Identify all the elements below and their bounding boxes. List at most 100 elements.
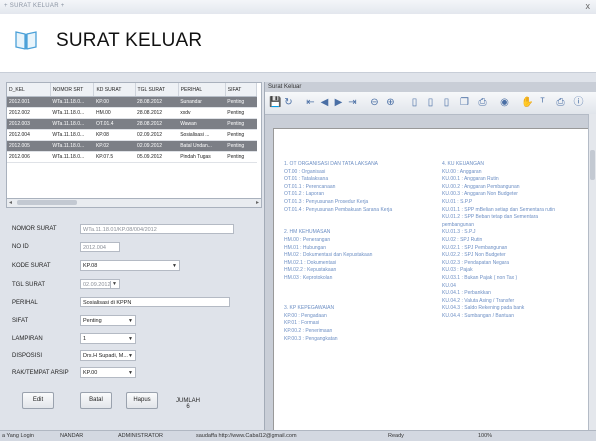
- kode-surat-value: KP.08: [83, 263, 98, 269]
- classification-line: OT.01.3 : Penyusunan Prosedur Kerja: [284, 198, 369, 205]
- classification-line: HM.03 : Keprotokolan: [284, 274, 333, 281]
- table-cell: 2012.001: [7, 96, 51, 108]
- table-cell: WTa.11.18.0...: [50, 118, 94, 130]
- kode-surat-select[interactable]: KP.08 ▼: [80, 260, 180, 271]
- chevron-down-icon: ▼: [128, 353, 133, 359]
- sifat-select[interactable]: Penting ▼: [80, 315, 136, 326]
- classification-right-column: 4. KU KEUANGAN KU.00 : Anggaran KU.00.1 …: [442, 161, 555, 320]
- table-cell: Penting: [225, 140, 257, 152]
- table-cell: 05.09.2012: [135, 151, 179, 163]
- table-row[interactable]: 2012.004 WTa.11.18.0... KP.08 02.09.2012…: [7, 129, 257, 141]
- table-cell: 2012.006: [7, 151, 51, 163]
- calendar-dropdown-icon[interactable]: ▼: [110, 281, 118, 288]
- scrollbar-thumb[interactable]: [17, 200, 77, 205]
- scroll-right-icon[interactable]: ▸: [256, 199, 259, 206]
- table-cell: Penting: [225, 96, 257, 108]
- printer-icon[interactable]: ⎙: [555, 97, 566, 108]
- refresh-icon[interactable]: ↻: [283, 97, 294, 108]
- binoculars-icon[interactable]: ◉: [499, 97, 510, 108]
- text-select-icon[interactable]: ᵀ: [537, 97, 548, 108]
- table-cell: KP.08: [93, 129, 136, 141]
- letters-table[interactable]: D_KEL NOMOR SRT KD SURAT TGL SURAT PERIH…: [6, 82, 262, 208]
- column-header[interactable]: NOMOR SRT: [50, 83, 95, 97]
- table-row[interactable]: 2012.005 WTa.11.18.0... KP.02 02.09.2012…: [7, 140, 257, 152]
- zoom-in-icon[interactable]: ⊕: [385, 97, 396, 108]
- page-view-icon[interactable]: ▯: [409, 97, 420, 108]
- page-width-icon[interactable]: ▯: [425, 97, 436, 108]
- multi-page-icon[interactable]: ❐: [459, 97, 470, 108]
- disposisi-label: DISPOSISI: [12, 353, 43, 359]
- table-row[interactable]: 2012.006 WTa.11.18.0... KP.07.5 05.09.20…: [7, 151, 257, 163]
- column-header[interactable]: SIFAT: [225, 83, 258, 97]
- classification-line: OT.00 : Organisasi: [284, 168, 326, 175]
- rak-label: RAK/TEMPAT ARSIP: [12, 370, 69, 376]
- column-header[interactable]: PERIHAL: [178, 83, 226, 97]
- table-row[interactable]: 2012.002 WTa.11.18.0... HM.00 28.08.2012…: [7, 107, 257, 119]
- previous-page-icon[interactable]: ◀: [319, 97, 330, 108]
- zoom-out-icon[interactable]: ⊖: [369, 97, 380, 108]
- classification-line: KU.01.1 : SPP mBelian setiap dan Sementa…: [442, 206, 556, 213]
- classification-line: OT.01 : Tatalaksana: [284, 176, 329, 183]
- classification-line: KU.04.3 : Saldo Rekening pada bank: [442, 305, 525, 312]
- table-cell: WTa.11.18.0...: [50, 96, 94, 108]
- nomor-surat-field[interactable]: WTa.11.18.01/KP.08/004/2012: [80, 224, 234, 234]
- report-page: 1. OT ORGANISASI DAN TATA LAKSANA OT.00 …: [273, 128, 593, 432]
- classification-line: KU.04.2 : Valuta Asing / Transfer: [442, 297, 515, 304]
- sifat-value: Penting: [83, 318, 102, 324]
- hapus-button[interactable]: Hapus: [126, 392, 158, 409]
- classification-line: pembangunan: [442, 221, 474, 228]
- tgl-surat-label: TGL SURAT: [12, 282, 46, 288]
- column-header[interactable]: D_KEL: [7, 83, 51, 97]
- table-row[interactable]: 2012.003 WTa.11.18.0... OT.01.4 28.08.20…: [7, 118, 257, 130]
- last-page-icon[interactable]: ⇥: [347, 97, 358, 108]
- table-cell: 2012.003: [7, 118, 51, 130]
- batal-button[interactable]: Batal: [80, 392, 112, 409]
- hand-icon[interactable]: ✋: [521, 97, 533, 108]
- disposisi-select[interactable]: Drs.H Supadi, M... ▼: [80, 350, 136, 361]
- table-cell: Penting: [225, 118, 257, 130]
- table-row[interactable]: 2012.001 WTa.11.18.0... KP.00 28.08.2012…: [7, 96, 257, 108]
- tgl-surat-value: 02.09.2012: [83, 282, 111, 288]
- table-cell: KP.00: [93, 96, 136, 108]
- classification-line: 1. OT ORGANISASI DAN TATA LAKSANA: [284, 161, 379, 167]
- table-cell: Penting: [225, 129, 257, 141]
- no-id-field[interactable]: 2012.004: [80, 242, 120, 252]
- table-cell: WTa.11.18.0...: [50, 107, 94, 119]
- classification-line: KP.00.3 : Pengangkatan: [284, 335, 338, 342]
- next-page-icon[interactable]: ▶: [333, 97, 344, 108]
- export-icon[interactable]: ⎙: [477, 97, 488, 108]
- column-header[interactable]: KD SURAT: [93, 83, 136, 97]
- first-page-icon[interactable]: ⇤: [305, 97, 316, 108]
- classification-line: OT.01.1 : Perencanaan: [284, 183, 336, 190]
- rak-select[interactable]: KP.00 ▼: [80, 367, 136, 378]
- no-id-label: NO ID: [12, 244, 29, 250]
- classification-line: HM.02.2 : Kepustakaan: [284, 267, 337, 274]
- classification-line: 4. KU KEUANGAN: [442, 161, 484, 167]
- lampiran-select[interactable]: 1 ▼: [80, 333, 136, 344]
- whole-page-icon[interactable]: ▯: [441, 97, 452, 108]
- column-header[interactable]: TGL SURAT: [135, 83, 179, 97]
- status-bar: a Yang Login NANDAR ADMINISTRATOR saudaf…: [0, 430, 596, 441]
- close-button[interactable]: x: [586, 1, 591, 11]
- info-icon[interactable]: ⓘ: [573, 97, 584, 108]
- table-horizontal-scrollbar[interactable]: ◂ ▸: [6, 198, 262, 208]
- classification-line: KU.00 : Anggaran: [442, 168, 482, 175]
- perihal-field[interactable]: Sosialisasi di KPPN: [80, 297, 230, 307]
- tgl-surat-datepicker[interactable]: 02.09.2012 ▼: [80, 279, 120, 289]
- table-cell: 02.09.2012: [135, 140, 179, 152]
- table-cell: 28.08.2012: [135, 96, 179, 108]
- table-header-row: D_KEL NOMOR SRT KD SURAT TGL SURAT PERIH…: [7, 83, 258, 97]
- table-cell: OT.01.4: [93, 118, 136, 130]
- report-vertical-scrollbar[interactable]: [588, 114, 596, 430]
- perihal-label: PERIHAL: [12, 300, 38, 306]
- table-cell: Pindah Tugas: [178, 151, 226, 163]
- classification-line: KP.00 : Pengadaan: [284, 312, 327, 319]
- page-title: SURAT KELUAR: [56, 30, 203, 51]
- edit-button[interactable]: Edit: [22, 392, 54, 409]
- save-icon[interactable]: 💾: [269, 97, 281, 108]
- disposisi-value: Drs.H Supadi, M...: [83, 353, 128, 359]
- classification-line: KP.01 : Formasi: [284, 320, 320, 327]
- classification-line: [284, 214, 392, 222]
- scroll-left-icon[interactable]: ◂: [9, 199, 12, 206]
- scrollbar-thumb[interactable]: [590, 150, 595, 180]
